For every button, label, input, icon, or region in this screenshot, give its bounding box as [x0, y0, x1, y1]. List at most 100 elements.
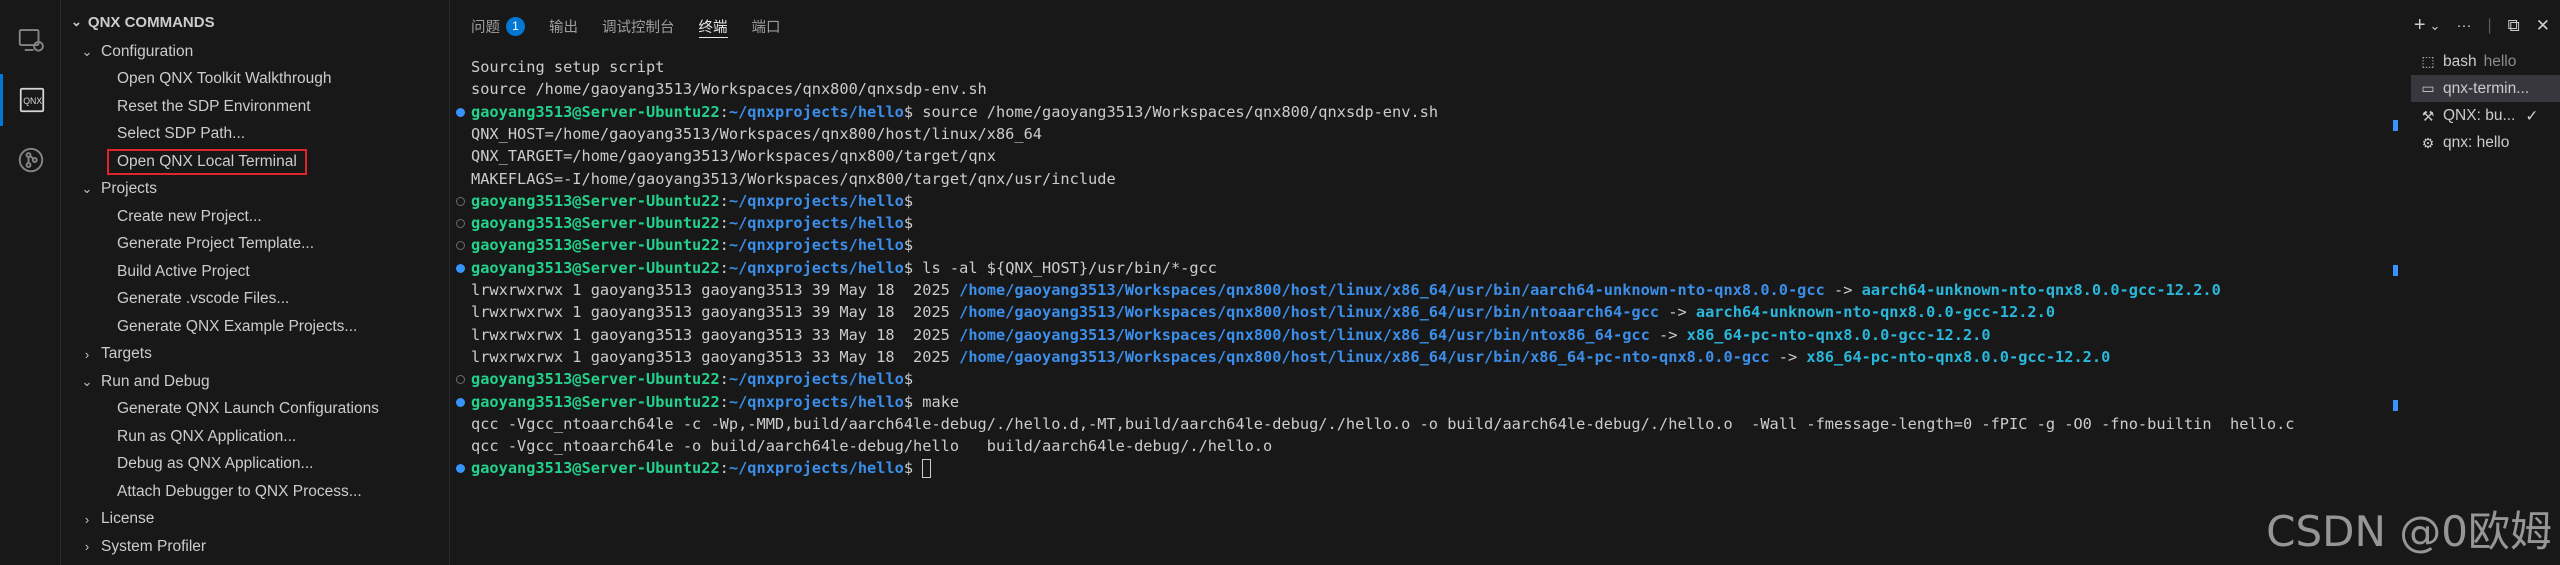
- prompt-dollar: $: [903, 258, 914, 277]
- tree-group-17[interactable]: › License: [61, 506, 449, 533]
- terminal-line: MAKEFLAGS=-I/home/gaoyang3513/Workspaces…: [471, 169, 1116, 188]
- tree-label: Build Active Project: [117, 262, 250, 280]
- tab-1[interactable]: 输出: [549, 0, 578, 52]
- scroll-marker: [2393, 120, 2398, 131]
- terminal-name: QNX: bu...: [2443, 107, 2516, 125]
- ls-arrow: ->: [1769, 347, 1807, 366]
- command-item[interactable]: Generate QNX Example Projects...: [61, 313, 449, 340]
- ls-arrow: ->: [1649, 325, 1687, 344]
- prompt-separator: :: [719, 370, 729, 389]
- tree-group-0[interactable]: ⌄ Configuration: [61, 38, 449, 65]
- prompt-path: ~/qnxprojects/hello: [728, 214, 904, 233]
- chevron-right-icon: ›: [84, 346, 90, 362]
- command-item[interactable]: Build Active Project: [61, 258, 449, 285]
- more-actions-icon[interactable]: ···: [2456, 17, 2471, 34]
- prompt-dollar: $: [903, 392, 914, 411]
- command-item[interactable]: Debug as QNX Application...: [61, 451, 449, 478]
- problems-count-badge: 1: [506, 16, 525, 36]
- terminal-line: lrwxrwxrwx 1 gaoyang3513 gaoyang3513 33 …: [471, 324, 1991, 346]
- command-item[interactable]: Open QNX Toolkit Walkthrough: [61, 66, 449, 93]
- terminal-cursor: [922, 459, 932, 479]
- prompt-user: gaoyang3513@Server-Ubuntu22: [471, 236, 720, 255]
- terminal-line: gaoyang3513@Server-Ubuntu22:~/qnxproject…: [471, 234, 913, 256]
- terminal-line: qcc -Vgcc_ntoaarch64le -c -Wp,-MMD,build…: [471, 414, 2295, 433]
- tree-label: Generate QNX Example Projects...: [117, 317, 358, 335]
- terminal-line: QNX_TARGET=/home/gaoyang3513/Workspaces/…: [471, 147, 996, 166]
- activity-bar: QNX: [0, 0, 61, 565]
- terminal-scrollbar[interactable]: [2389, 120, 2401, 480]
- prompt-path: ~/qnxprojects/hello: [728, 258, 904, 277]
- command-item[interactable]: Open QNX Local Terminal: [61, 148, 449, 175]
- command-item[interactable]: Generate .vscode Files...: [61, 286, 449, 313]
- command-decoration-icon: [456, 263, 465, 273]
- tree-label: Open QNX Toolkit Walkthrough: [117, 70, 332, 87]
- command-decoration-icon: [456, 107, 465, 117]
- source-control-icon[interactable]: [0, 134, 61, 186]
- terminal-name: qnx: hello: [2443, 134, 2510, 152]
- prompt-dollar: $: [903, 370, 914, 389]
- check-icon: ✓: [2525, 107, 2539, 125]
- terminal-name: bash: [2443, 52, 2477, 70]
- prompt-user: gaoyang3513@Server-Ubuntu22: [471, 258, 720, 277]
- command-item[interactable]: Attach Debugger to QNX Process...: [61, 478, 449, 505]
- add-terminal-button[interactable]: +: [2414, 14, 2426, 37]
- ls-path: /home/gaoyang3513/Workspaces/qnx800/host…: [959, 281, 1825, 299]
- tab-label: 问题: [471, 19, 500, 36]
- ls-path: /home/gaoyang3513/Workspaces/qnx800/host…: [959, 325, 1650, 344]
- terminal-list-item[interactable]: ⬚ bash hello: [2411, 48, 2560, 75]
- tree-group-5[interactable]: ⌄ Projects: [61, 176, 449, 203]
- terminal-list-item[interactable]: ⚙ qnx: hello: [2411, 130, 2560, 157]
- chevron-right-icon: ›: [84, 539, 90, 554]
- prompt-separator: :: [719, 214, 729, 233]
- command-item[interactable]: Generate QNX Launch Configurations: [61, 396, 449, 423]
- bottom-panel: 问题 1 输出 调试控制台 终端 端口 + ⌄ ··· | ⧉ ✕ Sourcing se…: [451, 0, 2560, 565]
- ls-meta: lrwxrwxrwx 1 gaoyang3513 gaoyang3513 39 …: [471, 281, 960, 299]
- terminal-list-item[interactable]: ⚒ QNX: bu... ✓: [2411, 103, 2560, 130]
- qnx-icon[interactable]: QNX: [0, 74, 61, 126]
- command-text: source /home/gaoyang3513/Workspaces/qnx8…: [913, 102, 1439, 121]
- command-item[interactable]: Generate Project Template...: [61, 231, 449, 258]
- scroll-marker: [2393, 400, 2398, 411]
- command-decoration-icon: [456, 219, 465, 229]
- tab-3[interactable]: 终端: [698, 0, 728, 52]
- tree-label: Select SDP Path...: [117, 125, 246, 142]
- tab-0[interactable]: 问题 1: [471, 0, 525, 52]
- ls-target: aarch64-unknown-nto-qnx8.0.0-gcc-12.2.0: [1695, 303, 2056, 322]
- tree-group-11[interactable]: › Targets: [61, 341, 449, 368]
- ls-target: x86_64-pc-nto-qnx8.0.0-gcc-12.2.0: [1686, 325, 1991, 344]
- bash-icon: ⬚: [2421, 53, 2435, 69]
- terminal-line: gaoyang3513@Server-Ubuntu22:~/qnxproject…: [471, 212, 913, 234]
- command-item[interactable]: Run as QNX Application...: [61, 423, 449, 450]
- close-panel-icon[interactable]: ✕: [2536, 16, 2550, 36]
- maximize-panel-icon[interactable]: ⧉: [2508, 16, 2520, 36]
- tree-label: Reset the SDP Environment: [117, 97, 311, 115]
- terminal-line: qcc -Vgcc_ntoaarch64le -o build/aarch64l…: [471, 437, 1273, 456]
- command-item[interactable]: Select SDP Path...: [61, 121, 449, 148]
- chevron-down-icon[interactable]: ⌄: [2430, 18, 2441, 34]
- tree-label: License: [101, 510, 155, 527]
- tab-label: 终端: [698, 19, 728, 36]
- prompt-user: gaoyang3513@Server-Ubuntu22: [471, 102, 720, 121]
- command-item[interactable]: Create new Project...: [61, 203, 449, 230]
- tab-4[interactable]: 端口: [752, 0, 781, 52]
- prompt-path: ~/qnxprojects/hello: [728, 191, 904, 210]
- ls-target: x86_64-pc-nto-qnx8.0.0-gcc-12.2.0: [1806, 347, 2111, 366]
- command-item[interactable]: Reset the SDP Environment: [61, 93, 449, 120]
- tree-label: Projects: [101, 180, 157, 197]
- chevron-right-icon: ›: [84, 511, 90, 527]
- terminal-output[interactable]: Sourcing setup script source /home/gaoyan…: [451, 56, 2381, 561]
- tree-group-18[interactable]: › System Profiler: [61, 533, 449, 560]
- tree-label: Generate Project Template...: [117, 235, 315, 252]
- debug-icon: ⚙: [2421, 134, 2435, 151]
- prompt-user: gaoyang3513@Server-Ubuntu22: [471, 191, 720, 210]
- prompt-user: gaoyang3513@Server-Ubuntu22: [471, 392, 720, 411]
- svg-text:QNX: QNX: [23, 96, 42, 106]
- tree-group-12[interactable]: ⌄ Run and Debug: [61, 368, 449, 395]
- panel-toolbar: + ⌄ ··· | ⧉ ✕: [2414, 14, 2550, 37]
- remote-explorer-icon[interactable]: [0, 14, 61, 66]
- sidebar-title: QNX COMMANDS: [87, 13, 215, 31]
- terminal-list-item[interactable]: ▭ qnx-termin...: [2411, 75, 2560, 103]
- prompt-dollar: $: [903, 102, 914, 121]
- tab-2[interactable]: 调试控制台: [602, 0, 675, 52]
- tree-label: Generate .vscode Files...: [117, 290, 290, 307]
